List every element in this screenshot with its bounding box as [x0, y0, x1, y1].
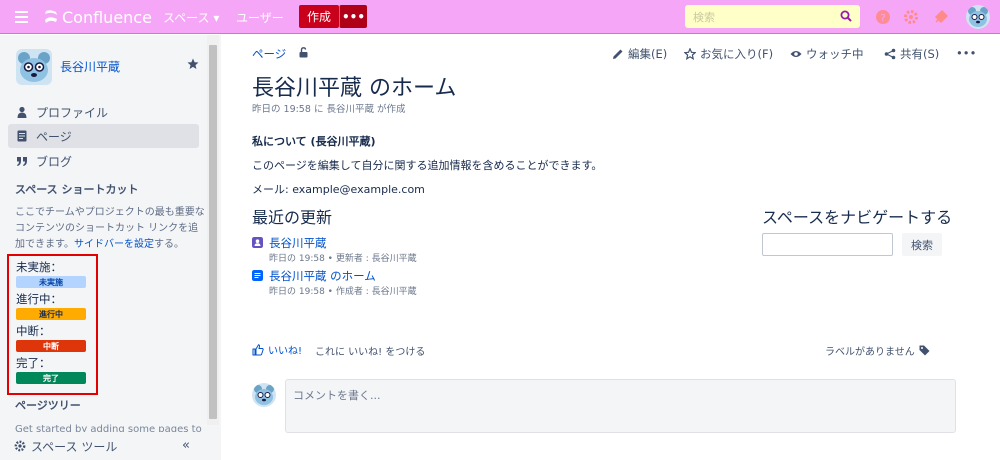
star-icon[interactable]	[187, 58, 199, 70]
sidebar-item-label: ブログ	[36, 154, 73, 169]
page-icon	[17, 130, 27, 142]
top-navigation-bar: Confluence スペース ▾ ユーザー 作成 ••• 検索 ?	[0, 0, 1000, 34]
menu-icon[interactable]	[12, 0, 30, 34]
notifications-icon[interactable]	[933, 9, 949, 25]
like-button[interactable]: いいね!	[252, 342, 302, 357]
sidebar-item-blog[interactable]: ブログ	[8, 149, 199, 173]
labels-area[interactable]: ラベルがありません	[825, 343, 930, 358]
recent-update-link[interactable]: 長谷川平蔵	[269, 235, 327, 251]
gear-icon	[14, 440, 26, 452]
space-tools-label: スペース ツール	[31, 439, 118, 454]
star-outline-icon	[684, 48, 696, 60]
space-avatar[interactable]	[16, 49, 52, 85]
status-lozenge-suspended: 中断	[16, 340, 86, 352]
user-avatar[interactable]	[966, 5, 990, 29]
about-description: このページを編集して自分に関する追加情報を含めることができます。	[252, 159, 603, 172]
status-label: 進行中：	[16, 292, 62, 306]
search-placeholder: 検索	[693, 10, 715, 24]
help-icon[interactable]: ?	[875, 9, 891, 25]
edit-button[interactable]: 編集(E)	[612, 46, 667, 62]
tag-icon	[919, 345, 930, 356]
app-name: Confluence	[62, 7, 152, 27]
like-hint-text: これに いいね! をつける	[315, 347, 426, 358]
sidebar-item-label: ページ	[36, 129, 72, 144]
author-link[interactable]: 長谷川平蔵	[326, 104, 374, 115]
status-lozenge-in-progress: 進行中	[16, 308, 86, 320]
collapse-sidebar-icon[interactable]: «	[182, 438, 190, 453]
svg-text:?: ?	[880, 13, 885, 24]
space-sidebar: 長谷川平蔵 プロファイル ページ ブログ スペース ショートカット ここでチーム…	[0, 35, 219, 460]
create-more-button[interactable]: •••	[339, 5, 367, 28]
navigate-space-heading: スペースをナビゲートする	[762, 208, 953, 227]
space-name-link[interactable]: 長谷川平蔵	[60, 58, 120, 75]
status-label: 完了：	[16, 356, 51, 370]
sidebar-item-profile[interactable]: プロファイル	[8, 100, 199, 124]
status-label: 中断：	[16, 324, 51, 338]
create-button[interactable]: 作成	[299, 5, 339, 28]
nav-users-link[interactable]: ユーザー	[236, 0, 284, 34]
email-text: メール: example@example.com	[252, 183, 425, 196]
scrollbar-thumb[interactable]	[209, 45, 217, 419]
configure-sidebar-link[interactable]: サイドバーを設定	[74, 239, 154, 250]
recent-update-meta: 昨日の 19:58 • 更新者 : 長谷川平蔵	[269, 254, 417, 264]
page-content: ページ 編集(E) お気に入り(F) ウォッチ中 共有(S) ••• 長谷川平蔵…	[221, 35, 1000, 460]
more-actions-button[interactable]: •••	[956, 46, 976, 60]
watch-button[interactable]: ウォッチ中	[790, 46, 864, 62]
person-icon	[17, 106, 27, 118]
eye-icon	[790, 51, 802, 57]
sidebar-scrollbar[interactable]	[207, 35, 219, 425]
recent-update-meta: 昨日の 19:58 • 作成者 : 長谷川平蔵	[269, 287, 417, 297]
shortcuts-heading: スペース ショートカット	[15, 183, 139, 196]
pencil-icon	[613, 49, 623, 59]
page-title: 長谷川平蔵 のホーム	[252, 76, 457, 101]
favorite-button[interactable]: お気に入り(F)	[684, 46, 773, 62]
profile-page-icon	[252, 237, 263, 248]
page-byline: 昨日の 19:58 に 長谷川平蔵 が作成	[252, 104, 406, 115]
breadcrumb-pages[interactable]: ページ	[252, 46, 286, 62]
nav-spaces-dropdown[interactable]: スペース ▾	[163, 0, 219, 34]
sidebar-item-pages[interactable]: ページ	[8, 124, 199, 148]
search-icon[interactable]	[840, 10, 852, 22]
page-icon	[252, 270, 263, 281]
status-lozenge-not-started: 未実施	[16, 276, 86, 288]
navigate-search-button[interactable]: 検索	[902, 233, 942, 256]
comment-user-avatar	[252, 383, 276, 407]
recent-update-link[interactable]: 長谷川平蔵 のホーム	[269, 268, 376, 284]
shortcuts-description: ここでチームやプロジェクトの最も重要なコンテンツのショートカット リンクを追加で…	[15, 207, 205, 250]
sidebar-item-label: プロファイル	[36, 105, 109, 120]
thumbs-up-icon	[252, 343, 264, 355]
status-label: 未実施：	[16, 260, 62, 274]
confluence-logo[interactable]: Confluence	[44, 0, 152, 34]
page-tree-heading: ページツリー	[15, 399, 81, 412]
quote-icon	[17, 157, 27, 166]
recent-updates-heading: 最近の更新	[252, 208, 333, 227]
space-tools-footer[interactable]: スペース ツール «	[0, 432, 207, 460]
comment-input[interactable]: コメントを書く...	[285, 379, 956, 433]
share-icon	[884, 48, 896, 60]
share-button[interactable]: 共有(S)	[884, 46, 939, 62]
status-legend-box: 未実施： 未実施 進行中： 進行中 中断： 中断 完了： 完了	[7, 254, 98, 395]
unlock-icon[interactable]	[298, 47, 309, 58]
search-input[interactable]: 検索	[685, 5, 860, 28]
status-lozenge-done: 完了	[16, 372, 86, 384]
confluence-logo-icon	[45, 10, 57, 23]
navigate-search-input[interactable]	[762, 233, 893, 256]
settings-icon[interactable]	[903, 9, 919, 25]
about-heading: 私について (長谷川平蔵)	[252, 135, 376, 148]
